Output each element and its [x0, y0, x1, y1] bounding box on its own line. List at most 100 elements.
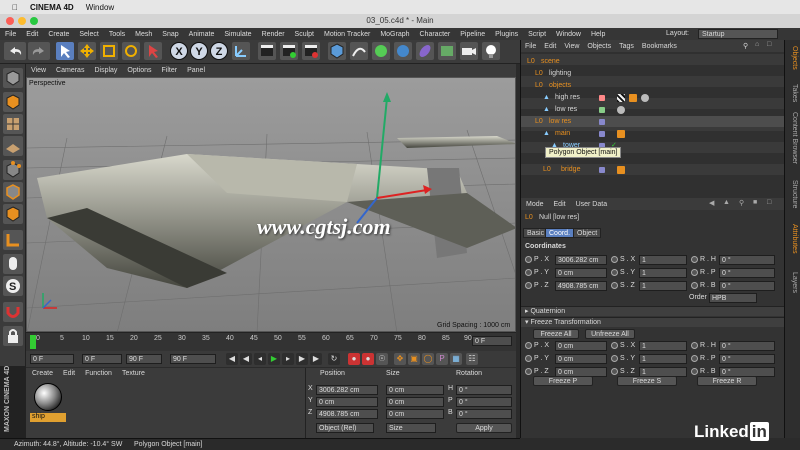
viewport-menu-filter[interactable]: Filter — [162, 67, 178, 74]
rp-keyframe-radio[interactable] — [691, 269, 698, 276]
quaternion-section-toggle[interactable]: ▸ Quaternion — [521, 306, 785, 316]
enable-axis-icon[interactable] — [3, 230, 23, 250]
freeze-sy-field[interactable]: 1 — [639, 354, 687, 364]
record-active-objects-icon[interactable]: ● — [348, 353, 360, 365]
object-row-objects[interactable]: L0 objects — [521, 80, 785, 91]
menu-motion-tracker[interactable]: Motion Tracker — [324, 31, 370, 38]
go-to-start-icon[interactable]: ◀ — [226, 353, 238, 365]
search-icon[interactable]: ⚲ — [739, 199, 744, 207]
size-mode-select[interactable]: Size — [386, 423, 436, 433]
array-icon[interactable] — [394, 42, 412, 60]
zoom-window-button[interactable] — [30, 17, 38, 25]
freeze-rh-field[interactable]: 0 ° — [719, 341, 775, 351]
rb-field[interactable]: 0 ° — [719, 281, 775, 291]
move-icon[interactable] — [78, 42, 96, 60]
phong-tag-icon[interactable] — [629, 94, 637, 102]
position-y-field[interactable]: 0 cm — [316, 397, 378, 407]
size-y-field[interactable]: 0 cm — [386, 397, 444, 407]
polygons-mode-icon[interactable] — [3, 204, 23, 224]
keyframe-selection-icon[interactable]: ☉ — [376, 353, 388, 365]
object-row-main[interactable]: ▲ main — [521, 128, 785, 139]
px-field[interactable]: 3006.282 cm — [555, 255, 607, 265]
snapping-icon[interactable]: S — [3, 276, 23, 296]
lock-workplane-icon[interactable] — [3, 326, 23, 346]
model-mode-icon[interactable] — [3, 92, 23, 112]
tab-takes-vertical[interactable]: Takes — [791, 84, 798, 102]
viewport-menu-cameras[interactable]: Cameras — [56, 67, 84, 74]
freeze-sx-keyframe-radio[interactable] — [611, 342, 618, 349]
menu-tools[interactable]: Tools — [109, 31, 125, 38]
home-icon[interactable]: ⌂ — [755, 41, 759, 48]
loop-icon[interactable]: ↻ — [328, 353, 340, 365]
objects-menu-file[interactable]: File — [525, 43, 536, 50]
tab-structure-vertical[interactable]: Structure — [791, 180, 798, 208]
menu-select[interactable]: Select — [79, 31, 98, 38]
freeze-py-keyframe-radio[interactable] — [525, 355, 532, 362]
up-arrow-icon[interactable]: ▲ — [723, 199, 730, 206]
app-menu[interactable]: CINEMA 4D — [30, 3, 74, 12]
previous-key-icon[interactable]: ◀ — [240, 353, 252, 365]
cube-icon[interactable] — [328, 42, 346, 60]
material-preview-ball[interactable] — [34, 383, 62, 411]
workplane-icon[interactable] — [3, 136, 23, 156]
freeze-transformation-section-toggle[interactable]: ▾ Freeze Transformation — [521, 317, 785, 327]
py-keyframe-radio[interactable] — [525, 269, 532, 276]
render-settings-icon[interactable] — [302, 42, 320, 60]
position-x-field[interactable]: 3006.282 cm — [316, 385, 378, 395]
unfreeze-all-button[interactable]: Unfreeze All — [585, 329, 635, 339]
sz-keyframe-radio[interactable] — [611, 282, 618, 289]
size-z-field[interactable]: 0 cm — [386, 409, 444, 419]
edges-mode-icon[interactable] — [3, 182, 23, 202]
timeline-end-frame[interactable]: 0 F — [472, 336, 512, 346]
rotation-b-field[interactable]: 0 ° — [456, 409, 512, 419]
tab-objects-vertical[interactable]: Objects — [791, 46, 798, 70]
objects-menu-view[interactable]: View — [564, 43, 579, 50]
render-view-icon[interactable] — [258, 42, 276, 60]
light-icon[interactable] — [482, 42, 500, 60]
redo-icon[interactable] — [28, 42, 50, 60]
coordinate-system-icon[interactable] — [232, 42, 250, 60]
min-frame-field[interactable]: 0 F — [82, 354, 122, 364]
object-row-bridge[interactable]: L0 bridge — [521, 164, 785, 175]
phong-tag-icon[interactable] — [617, 166, 625, 174]
freeze-pz-keyframe-radio[interactable] — [525, 368, 532, 375]
texture-mode-icon[interactable] — [3, 114, 23, 134]
x-axis-lock-button[interactable]: X — [170, 42, 188, 60]
py-field[interactable]: 0 cm — [555, 268, 607, 278]
perspective-viewport[interactable]: Perspective Grid Spacing : 1000 cm www.c… — [26, 77, 516, 332]
render-picture-viewer-icon[interactable] — [280, 42, 298, 60]
magnet-icon[interactable] — [3, 302, 23, 322]
tab-attributes-vertical[interactable]: Attributes — [791, 224, 798, 254]
material-name[interactable]: ship — [30, 413, 66, 422]
freeze-r-button[interactable]: Freeze R — [697, 376, 757, 386]
menu-animate[interactable]: Animate — [189, 31, 215, 38]
new-view-icon[interactable]: □ — [767, 41, 771, 48]
timeline-options-icon[interactable]: ☷ — [466, 353, 478, 365]
tab-object[interactable]: Object — [573, 228, 602, 238]
menu-pipeline[interactable]: Pipeline — [460, 31, 485, 38]
material-menu-create[interactable]: Create — [32, 370, 53, 377]
size-x-field[interactable]: 0 cm — [386, 385, 444, 395]
sx-keyframe-radio[interactable] — [611, 256, 618, 263]
end-frame-field[interactable]: 90 F — [170, 354, 216, 364]
back-arrow-icon[interactable]: ◀ — [709, 199, 714, 207]
points-mode-icon[interactable] — [3, 160, 23, 180]
previous-frame-icon[interactable]: ◂ — [254, 353, 266, 365]
sy-keyframe-radio[interactable] — [611, 269, 618, 276]
viewport-menu-view[interactable]: View — [31, 67, 46, 74]
objects-menu-objects[interactable]: Objects — [587, 43, 611, 50]
freeze-sx-field[interactable]: 1 — [639, 341, 687, 351]
sy-field[interactable]: 1 — [639, 268, 687, 278]
rh-keyframe-radio[interactable] — [691, 256, 698, 263]
max-frame-field[interactable]: 90 F — [126, 354, 162, 364]
menu-script[interactable]: Script — [528, 31, 546, 38]
menu-sculpt[interactable]: Sculpt — [295, 31, 314, 38]
position-key-icon[interactable]: ✥ — [394, 353, 406, 365]
window-menu[interactable]: Window — [86, 3, 114, 12]
freeze-rh-keyframe-radio[interactable] — [691, 342, 698, 349]
undo-icon[interactable] — [4, 42, 26, 60]
menu-edit[interactable]: Edit — [26, 31, 38, 38]
menu-plugins[interactable]: Plugins — [495, 31, 518, 38]
next-frame-icon[interactable]: ▸ — [282, 353, 294, 365]
freeze-rp-keyframe-radio[interactable] — [691, 355, 698, 362]
